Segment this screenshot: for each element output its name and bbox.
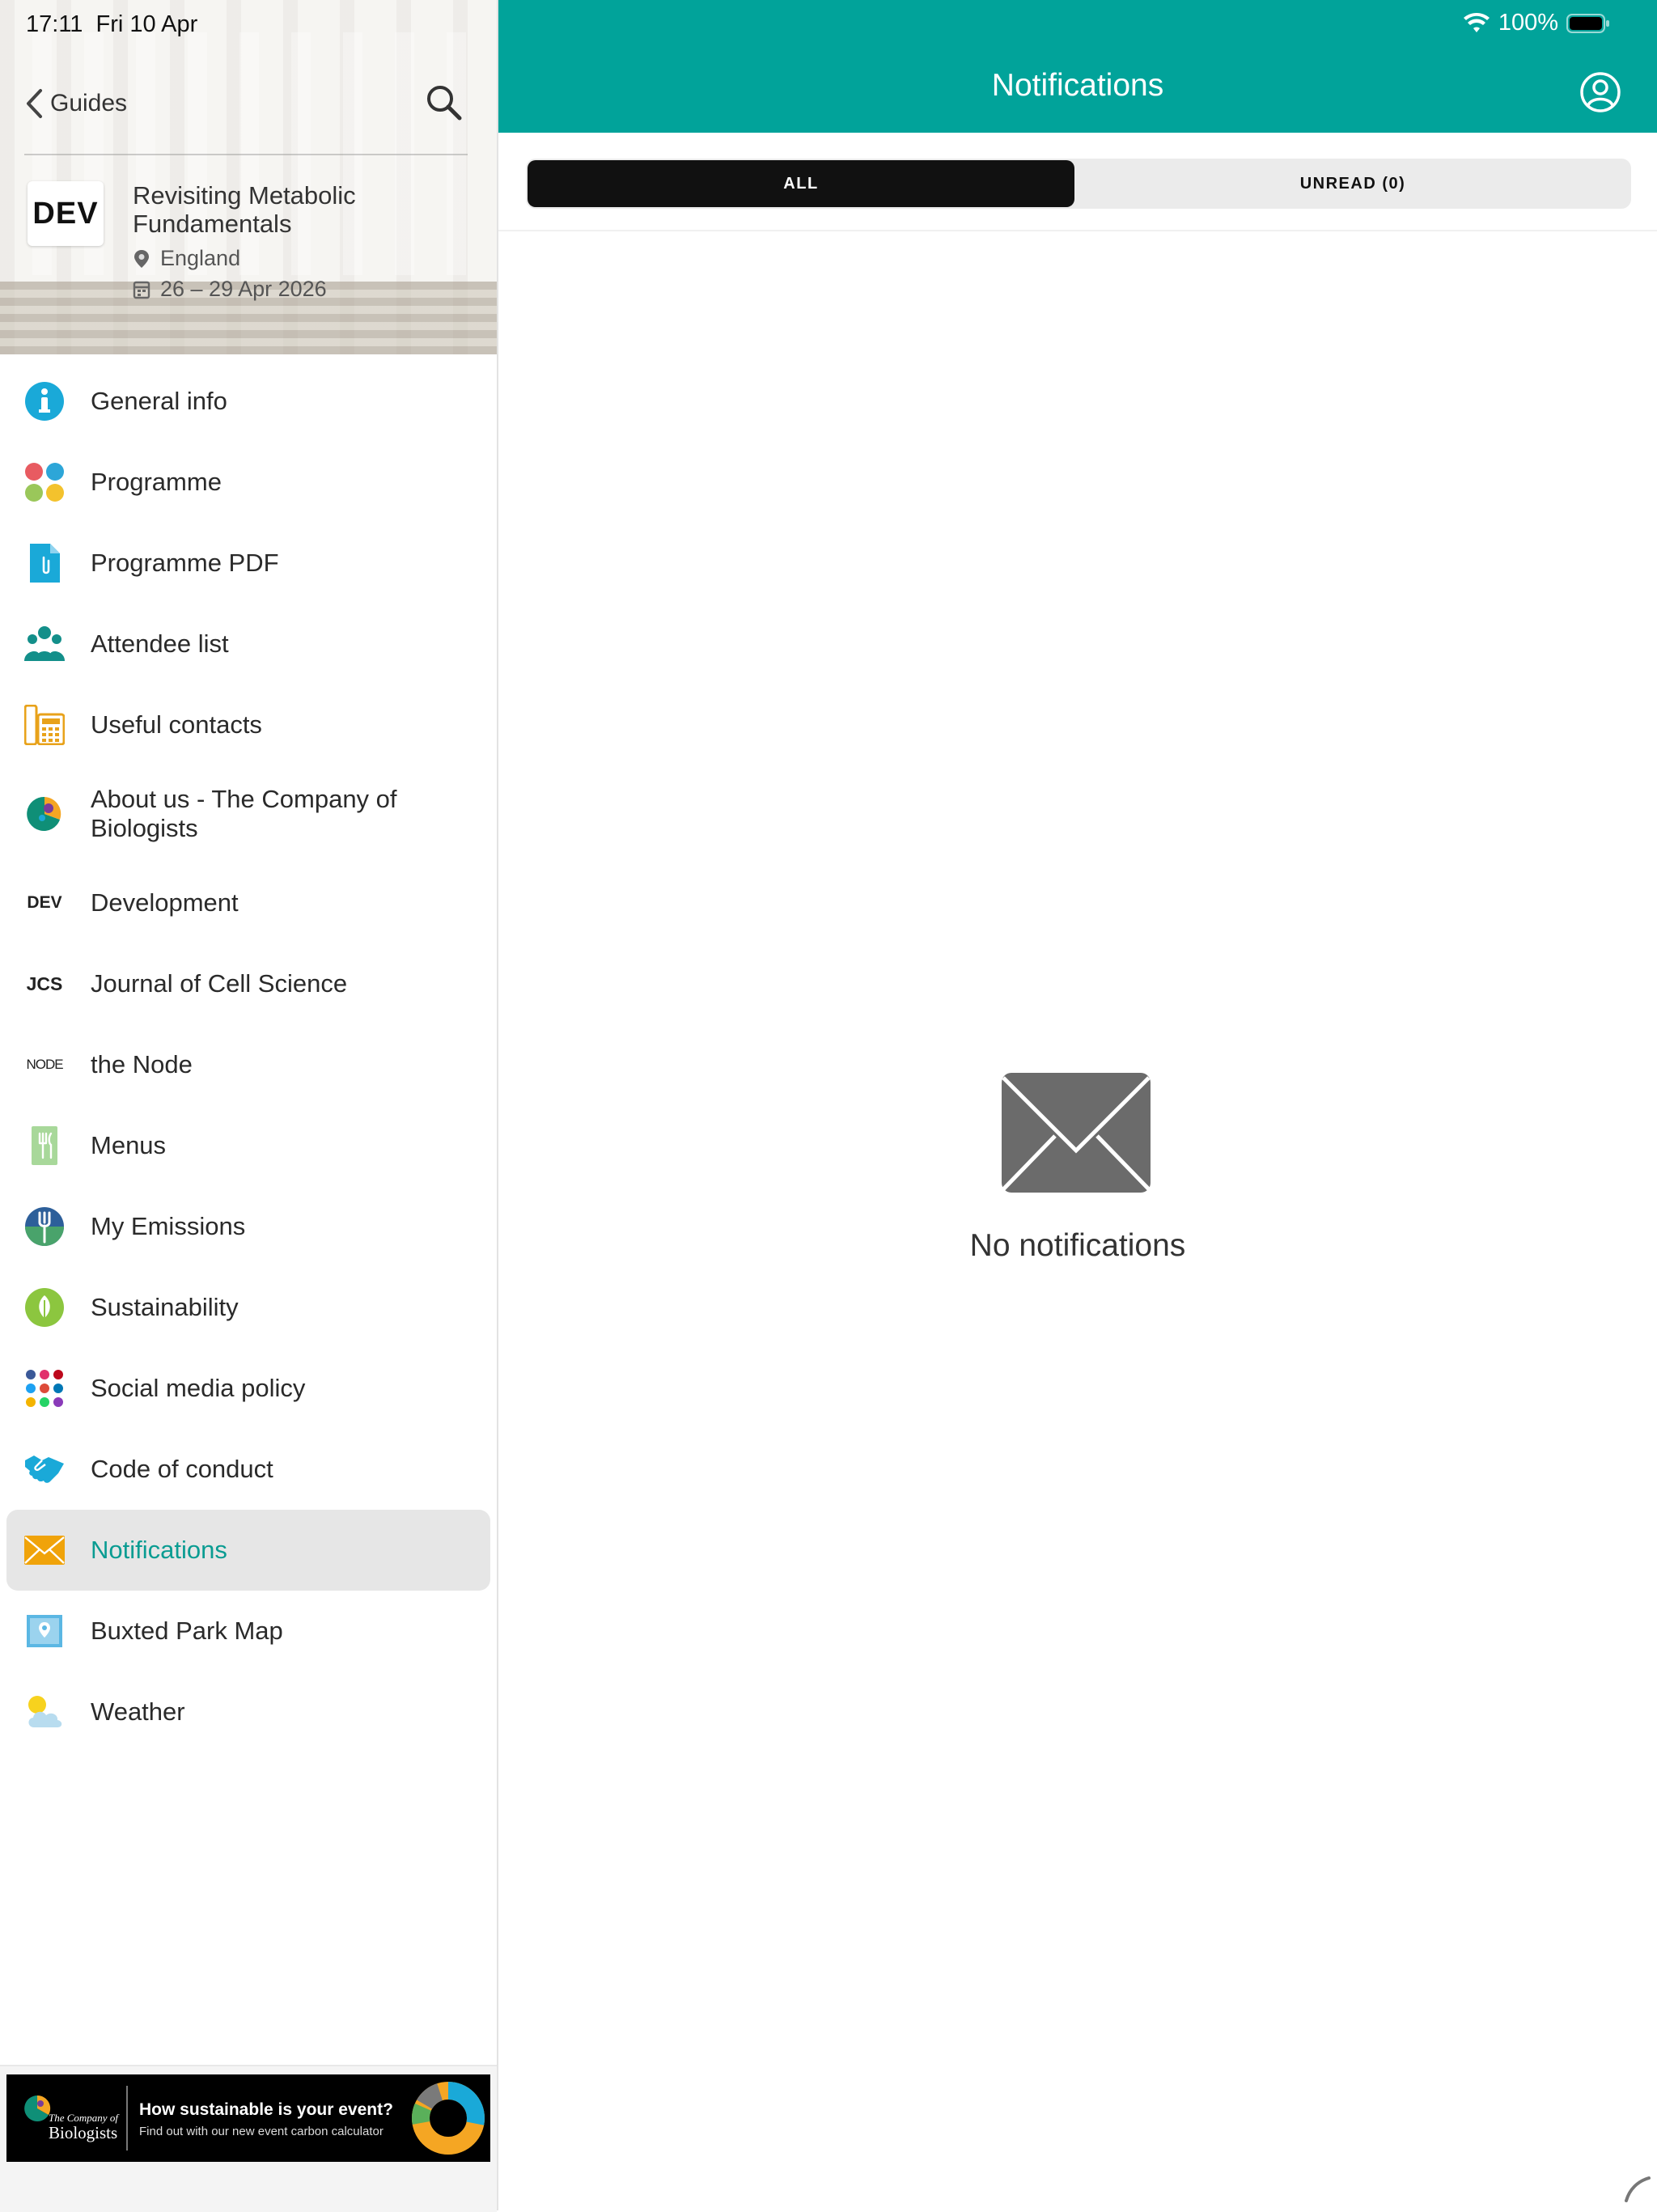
divider [24, 154, 468, 155]
event-header-image: 17:11 Fri 10 Apr Guides DEV Revisiting M… [0, 0, 497, 354]
sidebar-item-menus[interactable]: Menus [0, 1105, 497, 1186]
top-bar: 100% Notifications [498, 0, 1657, 133]
wifi-icon [1463, 12, 1490, 32]
company-of-biologists-logo: The Company of Biologists [21, 2091, 126, 2147]
tab-unread[interactable]: UNREAD (0) [1076, 160, 1629, 207]
sidebar-item-sustainability[interactable]: Sustainability [0, 1267, 497, 1348]
sidebar-item-the-node[interactable]: NODE the Node [0, 1024, 497, 1105]
envelope-icon [1002, 1073, 1151, 1193]
divider [498, 230, 1657, 231]
empty-state-message: No notifications [969, 1228, 1186, 1263]
banner-subline: Find out with our new event carbon calcu… [139, 2125, 384, 2138]
sidebar-item-programme-pdf[interactable]: Programme PDF [0, 523, 497, 604]
page-title: Notifications [991, 68, 1164, 103]
sidebar-item-label: Useful contacts [91, 710, 262, 739]
sidebar-item-label: Journal of Cell Science [91, 969, 348, 998]
sidebar-item-useful-contacts[interactable]: Useful contacts [0, 684, 497, 765]
profile-icon[interactable] [1579, 71, 1621, 113]
sidebar-item-label: Buxted Park Map [91, 1617, 283, 1645]
sidebar-item-label: Programme PDF [91, 549, 279, 577]
battery-percent: 100% [1498, 10, 1558, 36]
event-location: England [133, 246, 240, 271]
sidebar-item-journal-of-cell-science[interactable]: JCS Journal of Cell Science [0, 943, 497, 1024]
loading-spinner-icon [1625, 2176, 1651, 2202]
sidebar-item-social-media-policy[interactable]: Social media policy [0, 1348, 497, 1429]
node-text-icon: NODE [26, 1057, 63, 1072]
sidebar-item-label: Development [91, 888, 239, 917]
dev-text-icon: DEV [27, 893, 62, 912]
notification-filter-tabs: ALL UNREAD (0) [526, 159, 1631, 209]
social-dots-icon [24, 1368, 65, 1409]
programme-dots-icon [24, 462, 65, 502]
sidebar-item-about-us[interactable]: About us - The Company of Biologists [0, 765, 497, 862]
sidebar-item-label: Notifications [91, 1536, 227, 1564]
sidebar-item-label: About us - The Company of Biologists [91, 785, 397, 842]
event-logo: DEV [28, 181, 104, 246]
sidebar-item-programme[interactable]: Programme [0, 442, 497, 523]
banner-headline: How sustainable is your event? [139, 2100, 393, 2119]
sidebar-item-label: Code of conduct [91, 1455, 273, 1483]
sidebar-item-development[interactable]: DEV Development [0, 862, 497, 943]
sidebar-menu: General info Programme Programme PDF Att… [0, 361, 497, 1752]
sidebar-item-label: Menus [91, 1131, 167, 1159]
sidebar-item-attendee-list[interactable]: Attendee list [0, 604, 497, 684]
envelope-icon [24, 1530, 65, 1570]
sidebar-item-weather[interactable]: Weather [0, 1672, 497, 1752]
location-pin-icon [134, 249, 149, 268]
weather-icon [24, 1692, 65, 1732]
search-icon[interactable] [424, 83, 464, 123]
sidebar-item-label: General info [91, 387, 227, 415]
status-bar-time: 17:11 Fri 10 Apr [26, 11, 198, 37]
sidebar: 17:11 Fri 10 Apr Guides DEV Revisiting M… [0, 0, 498, 2212]
back-button-label: Guides [50, 90, 128, 117]
sidebar-item-label: Attendee list [91, 629, 229, 658]
carbon-calculator-banner[interactable]: The Company of Biologists How sustainabl… [6, 2074, 490, 2162]
menu-icon [24, 1125, 65, 1166]
people-icon [24, 624, 65, 664]
phone-icon [24, 705, 65, 745]
fork-icon [24, 1206, 65, 1247]
sidebar-item-label: the Node [91, 1050, 193, 1078]
map-icon [24, 1611, 65, 1651]
status-bar-right: 100% [1463, 10, 1610, 36]
company-logo-icon [24, 794, 65, 834]
calendar-icon [133, 281, 150, 299]
sidebar-item-buxted-park-map[interactable]: Buxted Park Map [0, 1591, 497, 1672]
banner-divider [126, 2086, 128, 2151]
tab-all[interactable]: ALL [528, 160, 1074, 207]
back-button[interactable]: Guides [24, 87, 127, 120]
sidebar-item-label: Weather [91, 1697, 185, 1726]
pdf-document-icon [24, 543, 65, 583]
event-title: Revisiting Metabolic Fundamentals [133, 181, 356, 238]
main-panel: 100% Notifications ALL UNREAD (0) No not… [498, 0, 1657, 2210]
sidebar-item-label: My Emissions [91, 1212, 246, 1240]
info-icon [24, 381, 65, 422]
sidebar-item-label: Programme [91, 468, 222, 496]
jcs-text-icon: JCS [26, 973, 63, 994]
sidebar-item-my-emissions[interactable]: My Emissions [0, 1186, 497, 1267]
leaf-icon [24, 1287, 65, 1328]
sidebar-item-notifications[interactable]: Notifications [6, 1510, 490, 1591]
sidebar-item-code-of-conduct[interactable]: Code of conduct [0, 1429, 497, 1510]
chevron-left-icon [27, 89, 42, 118]
sidebar-item-label: Sustainability [91, 1293, 239, 1321]
battery-icon [1566, 13, 1609, 33]
donut-chart-icon [412, 2082, 485, 2155]
sidebar-item-general-info[interactable]: General info [0, 361, 497, 442]
sidebar-item-label: Social media policy [91, 1374, 306, 1402]
handshake-icon [24, 1449, 65, 1489]
event-dates: 26 – 29 Apr 2026 [133, 277, 327, 302]
